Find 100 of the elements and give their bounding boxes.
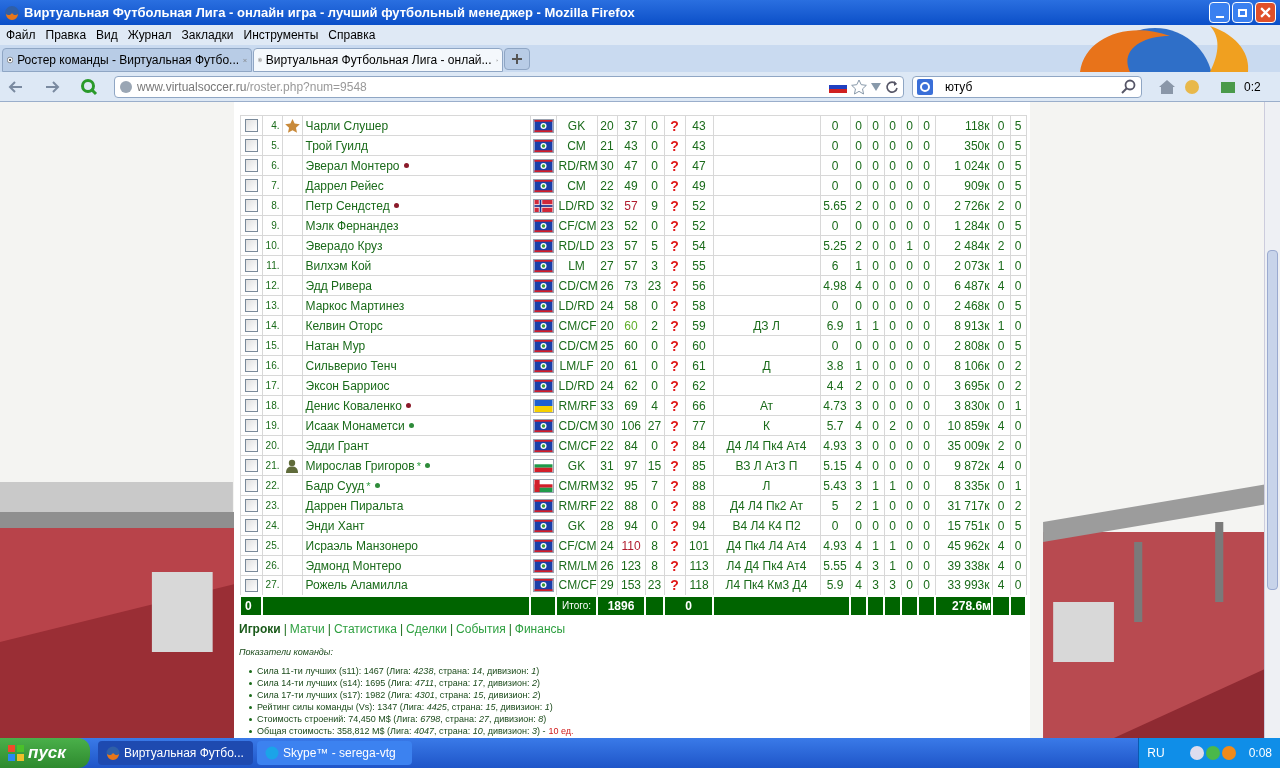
minimize-button[interactable] (1209, 2, 1230, 23)
menu-item[interactable]: Закладки (181, 26, 234, 44)
table-cell: 4 (850, 455, 867, 476)
table-cell: 2 726к (935, 195, 992, 216)
nav-link[interactable]: Финансы (514, 619, 566, 638)
table-cell: ? (664, 155, 685, 176)
maximize-button[interactable] (1232, 2, 1253, 23)
table-cell: 0 (884, 235, 901, 256)
table-cell: 0 (867, 295, 884, 316)
checkbox[interactable] (244, 199, 258, 212)
search-icon[interactable] (1121, 78, 1137, 95)
table-cell: 2 468к (935, 295, 992, 316)
table-cell: 0 (820, 515, 850, 536)
table-cell: 0 (992, 395, 1010, 416)
flag-icon (532, 518, 554, 533)
menu-item[interactable]: Журнал (127, 26, 172, 44)
table-cell: 20 (597, 115, 617, 136)
table-cell: 0 (918, 275, 935, 296)
checkbox[interactable] (244, 539, 258, 552)
checkbox[interactable] (244, 519, 258, 532)
table-cell: 0 (1010, 235, 1026, 256)
search-field[interactable]: ютуб (912, 75, 1142, 98)
flag-icon (532, 218, 554, 233)
table-cell: ВЗ Л АтЗ П (713, 455, 820, 476)
checkbox[interactable] (244, 339, 258, 352)
table-cell: 1 (992, 315, 1010, 336)
dropdown-icon[interactable] (871, 82, 881, 91)
checkbox[interactable] (244, 219, 258, 232)
table-cell: 54 (685, 235, 713, 256)
table-cell: 23 (645, 275, 664, 296)
table-cell: 0 (867, 355, 884, 376)
checkbox[interactable] (244, 419, 258, 432)
checkbox[interactable] (244, 299, 258, 312)
table-cell: 0 (645, 375, 664, 396)
table-cell: 57 (617, 235, 645, 256)
checkbox[interactable] (244, 379, 258, 392)
table-cell: 49 (617, 175, 645, 196)
checkbox[interactable] (244, 459, 258, 472)
home-icon[interactable] (1158, 78, 1176, 95)
table-cell: 0 (850, 115, 867, 136)
forward-icon[interactable] (44, 78, 60, 95)
player-name[interactable]: Мирослав Григоров (305, 456, 415, 475)
checkbox[interactable] (244, 359, 258, 372)
nav-link[interactable]: Матчи (289, 619, 325, 638)
taskbar-button[interactable]: Skype™ - serega-vtg (257, 741, 412, 765)
table-cell: 0 (645, 115, 664, 136)
browser-tab[interactable]: Ростер команды - Виртуальная Футбо... (2, 48, 252, 72)
table-cell: 4 (850, 415, 867, 436)
checkbox[interactable] (244, 279, 258, 292)
table-cell: 0 (992, 515, 1010, 536)
checkbox[interactable] (244, 319, 258, 332)
table-cell: 0 (992, 155, 1010, 176)
table-cell: 0 (901, 455, 918, 476)
menu-item[interactable]: Файл (6, 26, 36, 44)
nav-link[interactable]: Статистика (333, 619, 397, 638)
table-cell: 0 (901, 355, 918, 376)
checkbox[interactable] (244, 139, 258, 152)
table-cell: 9 872к (935, 455, 992, 476)
table-cell: 31 (597, 455, 617, 476)
checkbox[interactable] (244, 119, 258, 132)
player-name[interactable]: Бадр Сууд (305, 476, 365, 495)
checkbox[interactable] (244, 259, 258, 272)
nav-link[interactable]: Сделки (406, 619, 447, 638)
nav-link[interactable]: Игроки (239, 619, 281, 638)
menu-item[interactable]: Справка (328, 26, 376, 44)
close-button[interactable] (1255, 2, 1276, 23)
table-cell: 0 (645, 295, 664, 316)
checkbox[interactable] (244, 179, 258, 192)
table-cell: 24 (597, 535, 617, 556)
menu-item[interactable]: Вид (96, 26, 118, 44)
taskbar-button[interactable]: Виртуальная Футбо... (98, 741, 253, 765)
menu-item[interactable]: Правка (45, 26, 87, 44)
checkbox[interactable] (244, 499, 258, 512)
table-cell: 95 (617, 475, 645, 496)
checkbox[interactable] (244, 239, 258, 252)
menu-item[interactable]: Инструменты (243, 26, 319, 44)
star-icon[interactable] (851, 78, 867, 95)
table-cell: 4 (850, 275, 867, 296)
checkbox[interactable] (244, 479, 258, 492)
table-cell: 0 (820, 115, 850, 136)
browser-icon (4, 4, 20, 21)
table-cell: 0 (820, 135, 850, 156)
address-field[interactable]: www.virtualsoccer.ru/roster.php?num=9548 (114, 75, 904, 98)
checkbox[interactable] (244, 439, 258, 452)
checkbox[interactable] (244, 399, 258, 412)
new-tab-button[interactable] (504, 48, 530, 70)
table-cell: 0 (1010, 555, 1026, 576)
checkbox[interactable] (244, 578, 258, 592)
browser-tab[interactable]: Виртуальная Футбольная Лига - онлай... (253, 48, 503, 72)
table-cell: 45 962к (935, 535, 992, 556)
checkbox[interactable] (244, 159, 258, 172)
scrollbar[interactable] (1264, 102, 1280, 738)
back-icon[interactable] (8, 78, 24, 95)
table-cell: ? (664, 395, 685, 416)
table-cell: 3 (850, 475, 867, 496)
table-cell: LD/RD (556, 195, 597, 216)
table-cell: 27 (645, 415, 664, 436)
table-cell: ? (664, 375, 685, 396)
nav-link[interactable]: События (456, 619, 506, 638)
checkbox[interactable] (244, 559, 258, 572)
